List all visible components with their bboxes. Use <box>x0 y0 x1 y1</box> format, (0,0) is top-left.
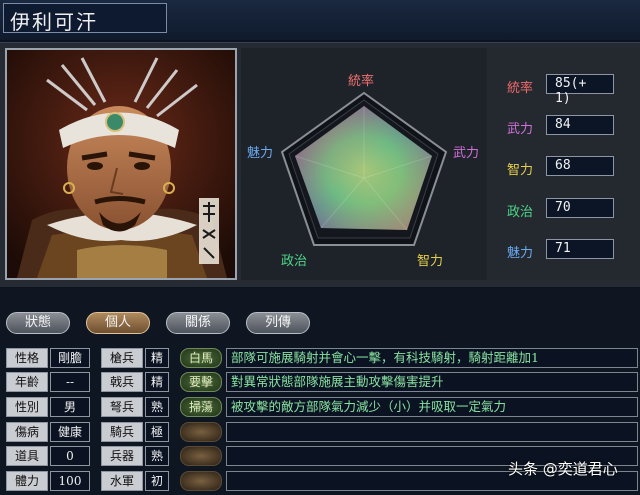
stat-value: 85(+ 1) <box>546 74 614 106</box>
stat-row-intelligence: 智力 68 <box>487 156 640 180</box>
troop-rank: 極 <box>145 422 169 442</box>
troop-label: 騎兵 <box>101 422 143 442</box>
stat-label: 武力 <box>507 122 534 137</box>
stats-panel: 統率 85(+ 1) 武力 84 智力 68 政治 70 魅力 71 <box>487 48 640 280</box>
stat-value: 84 <box>546 115 614 135</box>
skill-description: 部隊可施展騎射并會心一擊，有科技騎射，騎射距離加1 <box>226 348 638 368</box>
stat-label: 政治 <box>507 205 534 220</box>
troop-label: 兵器 <box>101 446 143 466</box>
personal-value: 男 <box>50 397 90 417</box>
stat-value: 71 <box>546 239 614 259</box>
personal-value: 剛膽 <box>50 348 90 368</box>
radar-label-politics: 政治 <box>281 254 308 269</box>
radar-chart: 統率 武力 智力 政治 魅力 <box>241 48 487 280</box>
skill-badge[interactable]: 掃蕩 <box>180 397 222 417</box>
tab-status[interactable]: 狀態 <box>6 312 70 334</box>
skill-badge[interactable]: 白馬 <box>180 348 222 368</box>
personal-value: 0 <box>50 446 90 466</box>
general-portrait <box>5 48 237 280</box>
stat-value: 70 <box>546 198 614 218</box>
radar-label-charisma: 魅力 <box>247 146 274 161</box>
skill-description: 被攻擊的敵方部隊氣力減少（小）并吸取一定氣力 <box>226 397 638 417</box>
personal-label: 傷病 <box>6 422 48 442</box>
troop-rank: 精 <box>145 348 169 368</box>
skill-badge[interactable]: 要擊 <box>180 372 222 392</box>
tab-relations[interactable]: 關係 <box>166 312 230 334</box>
portrait-illustration <box>7 50 235 278</box>
troop-label: 槍兵 <box>101 348 143 368</box>
radar-label-leadership: 統率 <box>348 74 375 89</box>
personal-value: 健康 <box>50 422 90 442</box>
skill-badge-empty <box>180 422 222 442</box>
personal-label: 年齡 <box>6 372 48 392</box>
stat-row-politics: 政治 70 <box>487 198 640 222</box>
personal-label: 性別 <box>6 397 48 417</box>
skill-badge-empty <box>180 471 222 491</box>
tab-personal[interactable]: 個人 <box>86 312 150 334</box>
watermark-text: 头条 @奕道君心 <box>508 460 618 478</box>
personal-label: 體力 <box>6 471 48 491</box>
troop-label: 水軍 <box>101 471 143 491</box>
stat-value: 68 <box>546 156 614 176</box>
personal-label: 性格 <box>6 348 48 368</box>
troop-label: 弩兵 <box>101 397 143 417</box>
personal-label: 道具 <box>6 446 48 466</box>
general-name: 伊利可汗 <box>3 3 167 34</box>
skill-badge-empty <box>180 446 222 466</box>
troop-rank: 初 <box>145 471 169 491</box>
personal-value: 100 <box>50 471 90 491</box>
skill-description <box>226 422 638 442</box>
radar-label-war: 武力 <box>453 146 480 161</box>
troop-rank: 熟 <box>145 397 169 417</box>
radar-label-intelligence: 智力 <box>417 254 444 269</box>
stat-row-leadership: 統率 85(+ 1) <box>487 74 640 106</box>
stat-label: 統率 <box>507 81 534 96</box>
stat-label: 智力 <box>507 163 534 178</box>
personal-value: -- <box>50 372 90 392</box>
skill-description: 對異常狀態部隊施展主動攻擊傷害提升 <box>226 372 638 392</box>
stat-label: 魅力 <box>507 246 534 261</box>
stat-row-charisma: 魅力 71 <box>487 239 640 263</box>
stat-row-war: 武力 84 <box>487 115 640 139</box>
troop-rank: 精 <box>145 372 169 392</box>
troop-label: 戟兵 <box>101 372 143 392</box>
troop-rank: 熟 <box>145 446 169 466</box>
seal-stamp <box>199 198 219 264</box>
tab-biography[interactable]: 列傳 <box>246 312 310 334</box>
